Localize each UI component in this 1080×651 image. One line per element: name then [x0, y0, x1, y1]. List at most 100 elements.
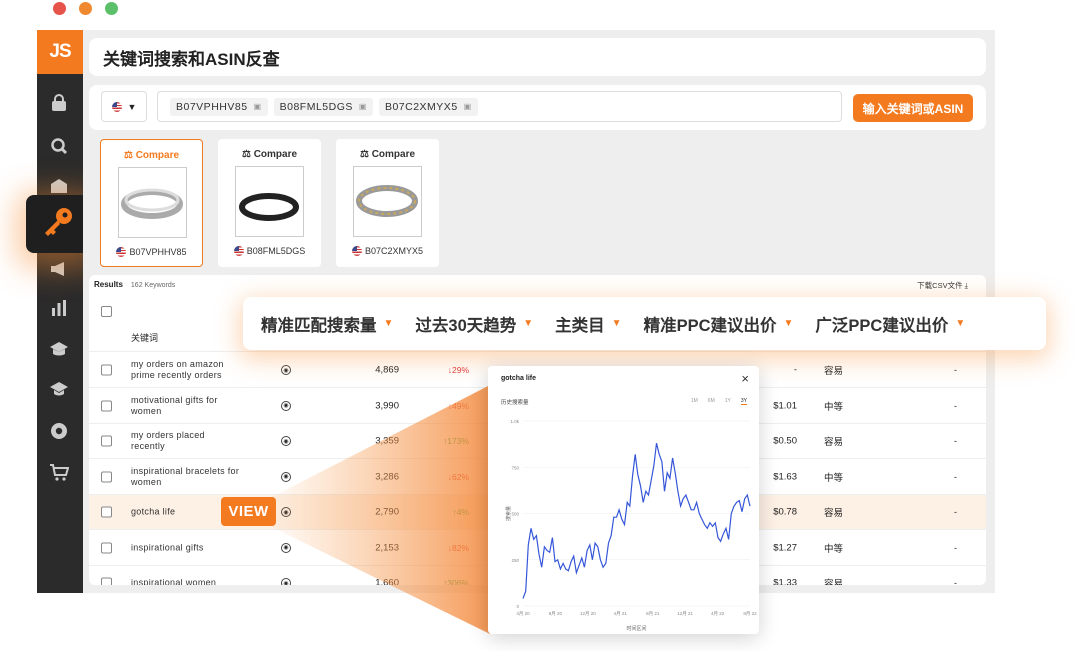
page-title-bar: 关键词搜索和ASIN反查	[89, 38, 986, 76]
compare-link[interactable]: ⚖ Compare	[218, 149, 321, 160]
trend-cell: ↓62%	[447, 471, 469, 482]
keyword-tool-nav[interactable]	[26, 195, 90, 253]
caret-down-icon: ▼	[783, 318, 794, 329]
asin-chip[interactable]: B07VPHHV85 ▣	[170, 97, 268, 116]
product-asin: B07VPHHV85	[129, 247, 187, 257]
keyword-cell[interactable]: inspirational women	[131, 578, 241, 586]
sidebar: JS	[37, 30, 83, 593]
row-checkbox[interactable]	[101, 400, 112, 411]
ppc-cell: $0.78	[773, 506, 797, 518]
difficulty-cell: 中等	[824, 401, 844, 413]
eye-icon[interactable]: ◉	[281, 578, 291, 585]
column-header-bar: 精准匹配搜索量 ▼ 过去30天趋势 ▼ 主类目 ▼ 精准PPC建议出价 ▼ 广泛PPC建…	[243, 297, 1046, 350]
us-flag-icon	[351, 246, 362, 256]
difficulty-cell: 容易	[824, 579, 844, 585]
y-tick-label: 500	[511, 512, 519, 517]
x-tick-label: 12月 20	[580, 611, 596, 617]
keyword-cell[interactable]: my orders on amazon prime recently order…	[131, 359, 241, 381]
eye-icon[interactable]: ◉	[281, 365, 291, 375]
view-button[interactable]: VIEW	[221, 497, 276, 526]
x-tick-label: 4月 22	[711, 611, 725, 617]
lock-icon[interactable]	[48, 92, 70, 114]
bar-chart-icon[interactable]	[48, 297, 70, 319]
ppc-cell: $1.63	[773, 471, 797, 482]
marketplace-select[interactable]: ▼	[101, 91, 147, 122]
x-tick-label: 8月 21	[646, 611, 660, 617]
remove-chip-icon[interactable]: ▣	[359, 102, 367, 111]
product-card[interactable]: ⚖ Compare B08FML5DGS	[218, 139, 321, 267]
volume-cell: 4,869	[375, 364, 399, 376]
eye-icon[interactable]: ◉	[281, 471, 291, 482]
search-button[interactable]: 输入关键词或ASIN	[853, 94, 973, 122]
ppc-cell: -	[793, 364, 797, 376]
keyword-cell[interactable]: inspirational bracelets for women	[131, 466, 241, 488]
series-line	[522, 443, 751, 599]
asin-chip[interactable]: B07C2XMYX5 ▣	[378, 97, 478, 116]
compare-link[interactable]: ⚖ Compare	[336, 149, 439, 160]
download-csv-button[interactable]: 下载CSV文件 ⤓	[917, 280, 968, 291]
asin-chip[interactable]: B08FML5DGS ▣	[273, 97, 373, 116]
chrome-icon[interactable]	[48, 420, 70, 442]
minimize-dot[interactable]	[79, 2, 92, 15]
chevron-down-icon: ▼	[127, 101, 137, 112]
megaphone-icon[interactable]	[48, 258, 70, 280]
broad-ppc-cell: -	[954, 365, 957, 375]
trend-column[interactable]: 过去30天趋势 ▼	[415, 312, 533, 336]
store-icon[interactable]	[48, 175, 70, 197]
row-checkbox[interactable]	[101, 506, 112, 518]
caret-down-icon: ▼	[955, 318, 966, 329]
us-flag-icon	[116, 247, 127, 257]
y-axis-label: 搜索量	[505, 506, 512, 521]
search-icon[interactable]	[48, 135, 70, 157]
us-flag-icon	[111, 101, 122, 112]
exact-volume-column[interactable]: 精准匹配搜索量 ▼	[261, 312, 393, 336]
eye-icon[interactable]: ◉	[281, 436, 291, 446]
keyword-cell[interactable]: inspirational gifts	[131, 542, 241, 553]
results-count: 162 Keywords	[130, 282, 176, 289]
row-checkbox[interactable]	[101, 471, 112, 482]
eye-icon[interactable]: ◉	[281, 400, 291, 411]
remove-chip-icon[interactable]: ▣	[464, 102, 472, 111]
compare-link[interactable]: ⚖ Compare	[101, 150, 202, 161]
product-card[interactable]: ⚖ Compare B07C2XMYX5	[336, 139, 439, 267]
trend-cell: ↑306%	[443, 578, 469, 585]
cart-icon[interactable]	[48, 462, 70, 484]
asin-search-input[interactable]: B07VPHHV85 ▣ B08FML5DGS ▣ B07C2XMYX5 ▣	[157, 91, 842, 122]
row-checkbox[interactable]	[101, 435, 112, 447]
x-tick-label: 4月 20	[516, 611, 530, 617]
broad-ppc-cell: -	[954, 507, 957, 517]
x-tick-label: 8月 22	[743, 611, 757, 617]
row-checkbox[interactable]	[101, 577, 112, 585]
difficulty-cell: 容易	[824, 437, 844, 448]
volume-cell: 3,286	[375, 471, 399, 482]
volume-cell: 3,990	[375, 400, 399, 411]
education-icon[interactable]	[48, 378, 70, 400]
close-dot[interactable]	[53, 2, 66, 15]
eye-icon[interactable]: ◉	[281, 542, 291, 553]
keyword-cell[interactable]: motivational gifts for women	[131, 395, 241, 417]
volume-cell: 2,790	[375, 506, 399, 518]
keyword-column-header[interactable]: 关键词	[131, 331, 158, 344]
row-checkbox[interactable]	[101, 364, 112, 376]
maximize-dot[interactable]	[105, 2, 118, 15]
broad-ppc-column[interactable]: 广泛PPC建议出价 ▼	[815, 312, 965, 336]
ppc-cell: $1.01	[773, 400, 797, 411]
y-tick-label: 250	[511, 558, 519, 563]
ppc-cell: $0.50	[773, 435, 797, 447]
difficulty-cell: 中等	[824, 472, 844, 484]
broad-ppc-cell: -	[954, 436, 957, 446]
ppc-cell: $1.27	[773, 542, 797, 553]
remove-chip-icon[interactable]: ▣	[254, 102, 262, 111]
product-card[interactable]: ⚖ Compare B07VPHHV85	[100, 139, 203, 267]
select-all-checkbox[interactable]	[101, 306, 112, 317]
volume-cell: 1,660	[375, 577, 399, 586]
window-controls	[53, 2, 118, 15]
row-checkbox[interactable]	[101, 542, 112, 553]
results-label: Results	[94, 280, 123, 289]
graduation-icon[interactable]	[48, 338, 70, 360]
keyword-cell[interactable]: my orders placed recently	[131, 430, 241, 452]
exact-ppc-column[interactable]: 精准PPC建议出价 ▼	[644, 312, 794, 336]
category-column[interactable]: 主类目 ▼	[555, 312, 621, 336]
eye-icon[interactable]: ◉	[281, 507, 291, 517]
app-logo[interactable]: JS	[37, 30, 83, 74]
